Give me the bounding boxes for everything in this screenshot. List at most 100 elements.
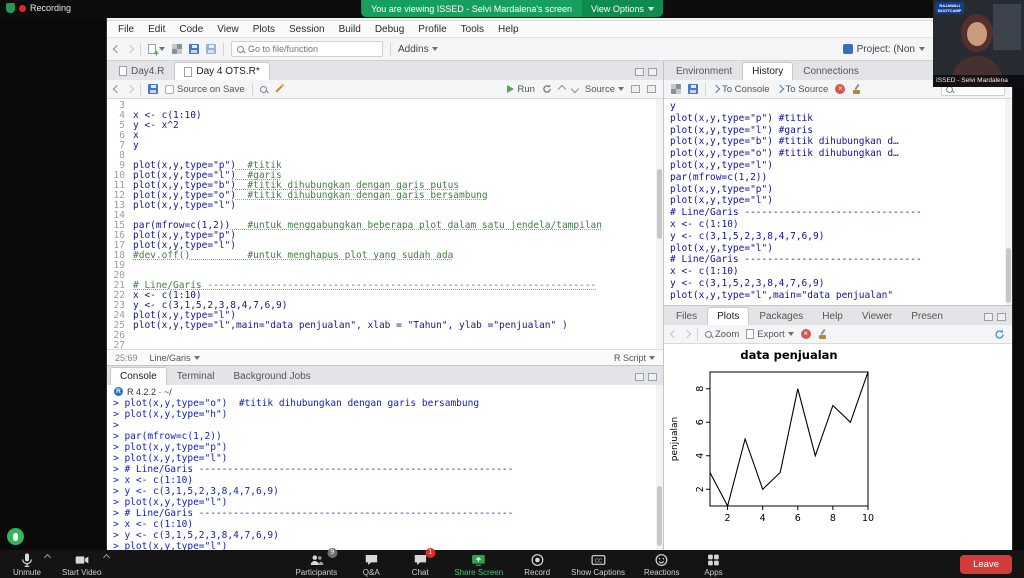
scrollbar-thumb[interactable] (657, 486, 662, 546)
menu-item-plots[interactable]: Plots (246, 24, 282, 35)
menu-item-debug[interactable]: Debug (368, 24, 411, 35)
history-entry[interactable]: plot(x,y,type="p") (670, 184, 1006, 196)
code-line[interactable]: 18 #dev.off() #untuk menghapus plot yang … (107, 251, 663, 261)
chunk-up-icon[interactable] (557, 84, 567, 94)
file-type-selector[interactable]: R Script (614, 353, 655, 363)
history-entry[interactable]: # Line/Garis ---------------------------… (670, 207, 1006, 219)
tab-viewer[interactable]: Viewer (853, 307, 901, 325)
forward-icon[interactable] (125, 44, 135, 54)
code-line[interactable]: 4x <- c(1:10) (107, 111, 663, 121)
toolbar-item-qa[interactable]: Q&A (356, 552, 386, 577)
menu-item-build[interactable]: Build (332, 24, 368, 35)
tab-day-4-ots-r[interactable]: Day 4 OTS.R* (174, 62, 270, 80)
tab-packages[interactable]: Packages (750, 307, 812, 325)
run-button[interactable]: Run (507, 84, 535, 95)
to-source-button[interactable]: To Source (775, 84, 828, 95)
back-icon[interactable] (112, 44, 122, 54)
toolbar-item-start-video[interactable]: Start Video (62, 552, 111, 577)
scrollbar-thumb[interactable] (1006, 248, 1011, 303)
pane-maximize-icon[interactable] (997, 313, 1006, 321)
history-entry[interactable]: plot(x,y,type="l") (670, 160, 1006, 172)
code-line[interactable]: 26 (107, 331, 663, 341)
code-line[interactable]: 25 plot(x,y,type="l",main="data penjualan… (107, 321, 663, 331)
remove-entry-icon[interactable]: × (835, 84, 846, 94)
refresh-icon[interactable] (994, 329, 1005, 340)
source-on-save-toggle[interactable]: Source on Save (165, 84, 245, 95)
code-editor[interactable]: 34x <- c(1:10) 5 y <- x^2 6 x 7 y 8 9 plot(x,y,ty… (107, 99, 663, 349)
export-button[interactable]: Export (746, 329, 794, 340)
chevron-up-icon[interactable] (103, 553, 111, 561)
save-icon[interactable] (148, 84, 158, 94)
menu-item-view[interactable]: View (210, 24, 246, 35)
tab-background-jobs[interactable]: Background Jobs (225, 367, 320, 385)
to-console-button[interactable]: To Console (711, 84, 770, 95)
leave-button[interactable]: Leave (960, 554, 1012, 574)
tab-files[interactable]: Files (667, 307, 706, 325)
next-plot-icon[interactable] (682, 329, 692, 339)
history-entry[interactable]: # Line/Garis ---------------------------… (670, 254, 1006, 266)
save-all-icon[interactable] (206, 44, 216, 54)
clear-plots-icon[interactable] (818, 329, 828, 339)
toolbar-item-share-screen[interactable]: Share Screen (454, 552, 503, 577)
console-output[interactable]: > plot(x,y,type="o") #titik dihubungkan … (107, 398, 663, 550)
tab-plots[interactable]: Plots (707, 307, 750, 325)
history-entry[interactable]: par(mfrow=c(1,2)) (670, 172, 1006, 184)
menu-item-session[interactable]: Session (282, 24, 332, 35)
project-selector[interactable]: Project: (Non (842, 44, 925, 55)
view-options-button[interactable]: View Options (582, 0, 663, 17)
history-entry[interactable]: plot(x,y,type="o") #titik dihubungkan d… (670, 148, 1006, 160)
toolbar-item-record[interactable]: Record (522, 552, 552, 577)
code-line[interactable]: 5y <- x^2 (107, 121, 663, 131)
load-history-icon[interactable] (671, 84, 681, 94)
forward-icon[interactable] (125, 84, 135, 94)
tab-terminal[interactable]: Terminal (168, 367, 224, 385)
goto-file-input[interactable] (248, 44, 366, 54)
history-entry[interactable]: x <- c(1:10) (670, 219, 1006, 231)
history-entry[interactable]: plot(x,y,type="p") #titik (670, 113, 1006, 125)
code-line[interactable]: 7y (107, 141, 663, 151)
history-entry[interactable]: plot(x,y,type="l",main="data penjualan" (670, 290, 1006, 302)
menu-item-help[interactable]: Help (491, 24, 526, 35)
tab-connections[interactable]: Connections (794, 62, 868, 80)
pane-maximize-icon[interactable] (648, 68, 657, 76)
history-entry[interactable]: plot(x,y,type="l") #garis (670, 125, 1006, 137)
menu-item-file[interactable]: File (111, 24, 141, 35)
new-project-icon[interactable] (172, 44, 182, 54)
webcam-tile[interactable]: RAJAWALI BOOTCAMP ISSED - Selvi Mardalen… (933, 0, 1024, 87)
zoom-plot-button[interactable]: Zoom (705, 329, 739, 340)
tab-environment[interactable]: Environment (667, 62, 741, 80)
menu-item-edit[interactable]: Edit (141, 24, 172, 35)
tab-day4-r[interactable]: Day4.R (110, 62, 173, 80)
code-tools-icon[interactable] (274, 84, 284, 94)
save-history-icon[interactable] (688, 84, 698, 94)
rerun-icon[interactable] (542, 84, 552, 94)
code-line[interactable]: 19 (107, 261, 663, 271)
scope-selector[interactable]: Line/Garis (150, 353, 200, 363)
history-entry[interactable]: plot(x,y,type="l") (670, 243, 1006, 255)
code-line[interactable]: 27 (107, 341, 663, 350)
toolbar-item-apps[interactable]: Apps (699, 552, 729, 577)
tab-help[interactable]: Help (813, 307, 852, 325)
tab-history[interactable]: History (742, 62, 794, 80)
source-button[interactable]: Source (585, 84, 624, 95)
history-scrollbar[interactable] (1005, 99, 1012, 305)
menu-item-tools[interactable]: Tools (454, 24, 491, 35)
save-icon[interactable] (189, 44, 199, 54)
find-icon[interactable] (259, 85, 267, 93)
audio-indicator-icon[interactable] (7, 528, 24, 545)
remove-plot-icon[interactable]: × (800, 329, 811, 339)
history-entry[interactable]: plot(x,y,type="b") #titik dihubungkan d… (670, 136, 1006, 148)
code-line[interactable]: 13 plot(x,y,type="l") (107, 201, 663, 211)
editor-scrollbar[interactable] (656, 99, 663, 349)
pane-minimize-icon[interactable] (635, 68, 644, 76)
toolbar-item-chat[interactable]: 1 Chat (405, 547, 436, 577)
history-entry[interactable]: y <- c(3,1,5,2,3,8,4,7,6,9) (670, 231, 1006, 243)
tab-console[interactable]: Console (110, 367, 167, 385)
code-line[interactable]: 6x (107, 131, 663, 141)
chevron-up-icon[interactable] (43, 553, 52, 561)
clear-history-icon[interactable] (852, 84, 862, 94)
toolbar-item-participants[interactable]: 9 Participants (295, 547, 338, 577)
history-entry[interactable]: y (670, 101, 1006, 113)
history-entry[interactable]: x <- c(1:10) (670, 266, 1006, 278)
toolbar-item-show-captions[interactable]: CC Show Captions (571, 552, 625, 577)
